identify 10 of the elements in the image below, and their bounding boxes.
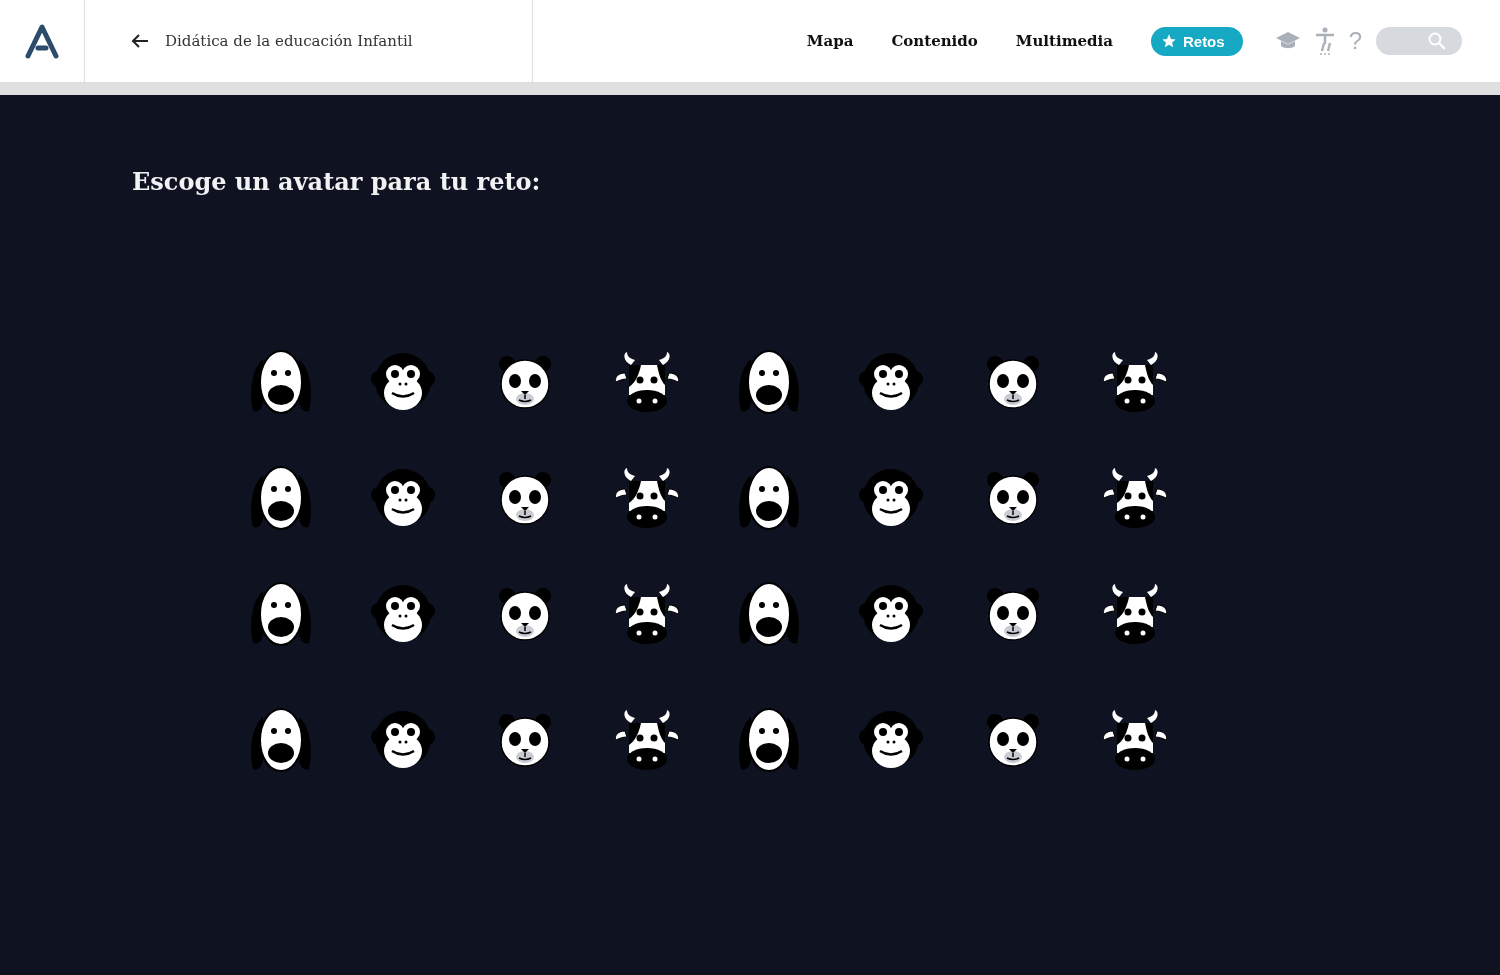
modal-title: Escoge un avatar para tu reto: bbox=[132, 167, 542, 196]
nav-link[interactable]: Multimedia bbox=[1015, 32, 1113, 50]
back-arrow-icon[interactable] bbox=[131, 33, 149, 49]
search-icon bbox=[1428, 32, 1446, 50]
star-icon bbox=[1160, 33, 1177, 49]
logo-icon[interactable] bbox=[24, 23, 60, 59]
nav-link[interactable]: Mapa bbox=[806, 32, 854, 50]
course-title: Didática de la educación Infantil bbox=[165, 32, 413, 50]
nav-link[interactable]: Contenido bbox=[891, 32, 978, 50]
search-field[interactable] bbox=[1376, 27, 1462, 55]
